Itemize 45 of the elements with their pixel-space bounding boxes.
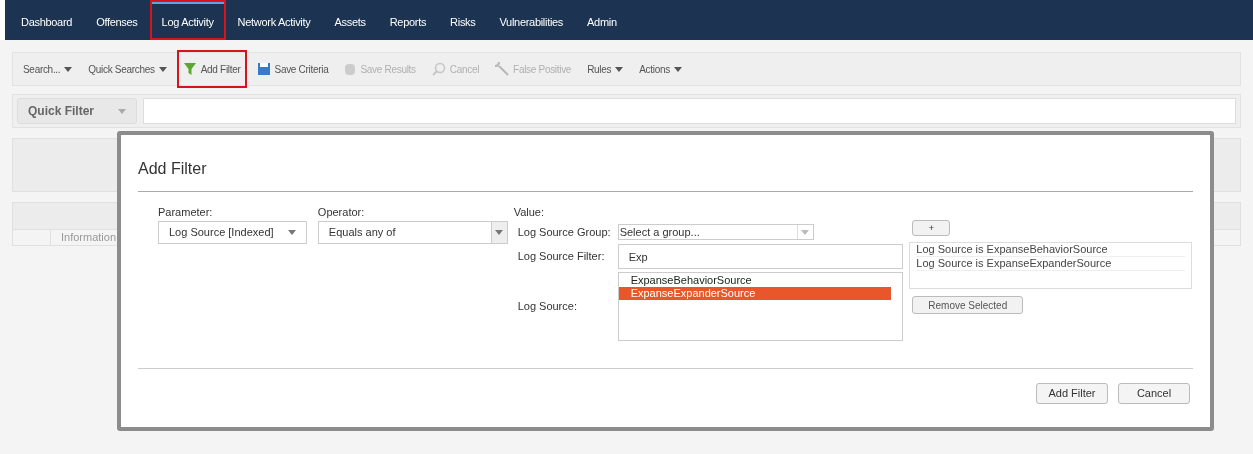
nav-tab[interactable]: Reports bbox=[377, 0, 439, 40]
parameter-dropdown[interactable]: Log Source [Indexed] bbox=[158, 221, 307, 244]
dialog-button[interactable]: Add Filter bbox=[1036, 383, 1108, 404]
group-dropdown[interactable]: Select a group... bbox=[617, 224, 814, 240]
list-item[interactable]: ExpanseExpanderSource bbox=[618, 287, 891, 300]
toolbar-button[interactable]: Save Criteria bbox=[252, 52, 333, 86]
nav-tab[interactable]: Vulnerabilities bbox=[487, 0, 576, 40]
field-label: Value: bbox=[513, 205, 545, 220]
caret-icon bbox=[158, 66, 167, 72]
nav-tab[interactable]: Network Activity bbox=[225, 0, 323, 40]
nav-tab[interactable]: Offenses bbox=[84, 0, 150, 40]
caret-icon bbox=[64, 66, 73, 72]
field-label: Log Source Group: bbox=[516, 224, 612, 240]
funnel-icon bbox=[182, 62, 197, 76]
list-item[interactable]: Log Source is ExpanseBehaviorSource bbox=[916, 243, 1186, 257]
magnifier-icon bbox=[431, 62, 446, 76]
list-item[interactable]: Log Source is ExpanseExpanderSource bbox=[916, 257, 1186, 271]
field-label: Log Source: bbox=[516, 299, 578, 315]
toolbar-button[interactable]: Add Filter bbox=[178, 52, 245, 86]
dialog-button[interactable]: Cancel bbox=[1118, 383, 1190, 404]
toolbar-button[interactable]: Quick Searches bbox=[84, 52, 171, 86]
toolbar-button[interactable]: Rules bbox=[583, 52, 628, 86]
filter-input[interactable]: Exp bbox=[617, 244, 903, 269]
nav-tab[interactable]: Dashboard bbox=[9, 0, 85, 40]
add-button[interactable]: + bbox=[912, 220, 951, 236]
operator-dropdown[interactable]: Equals any of bbox=[317, 221, 508, 244]
wrench-icon bbox=[495, 62, 510, 76]
nav-tab[interactable]: Assets bbox=[322, 0, 378, 40]
toolbar-button[interactable]: Actions bbox=[635, 52, 686, 86]
nav-tab[interactable]: Risks bbox=[438, 0, 488, 40]
quick-filter-dropdown[interactable]: Quick Filter bbox=[17, 98, 137, 124]
list-item[interactable]: ExpanseBehaviorSource bbox=[618, 274, 891, 287]
nav-tab[interactable]: Admin bbox=[575, 0, 629, 40]
table-cell-text: Information bbox=[60, 230, 117, 245]
database-icon bbox=[344, 62, 357, 76]
remove-selected-button[interactable]: Remove Selected bbox=[912, 296, 1024, 314]
field-label: Operator: bbox=[317, 205, 366, 220]
field-label: Parameter: bbox=[158, 205, 214, 220]
field-label: Log Source Filter: bbox=[516, 249, 606, 265]
quick-filter-field[interactable] bbox=[143, 98, 1236, 124]
caret-icon bbox=[615, 66, 624, 72]
caret-icon bbox=[118, 108, 126, 114]
dialog-title: Add Filter bbox=[138, 159, 208, 179]
toolbar-button[interactable]: Search... bbox=[19, 52, 77, 86]
caret-icon bbox=[673, 66, 682, 72]
